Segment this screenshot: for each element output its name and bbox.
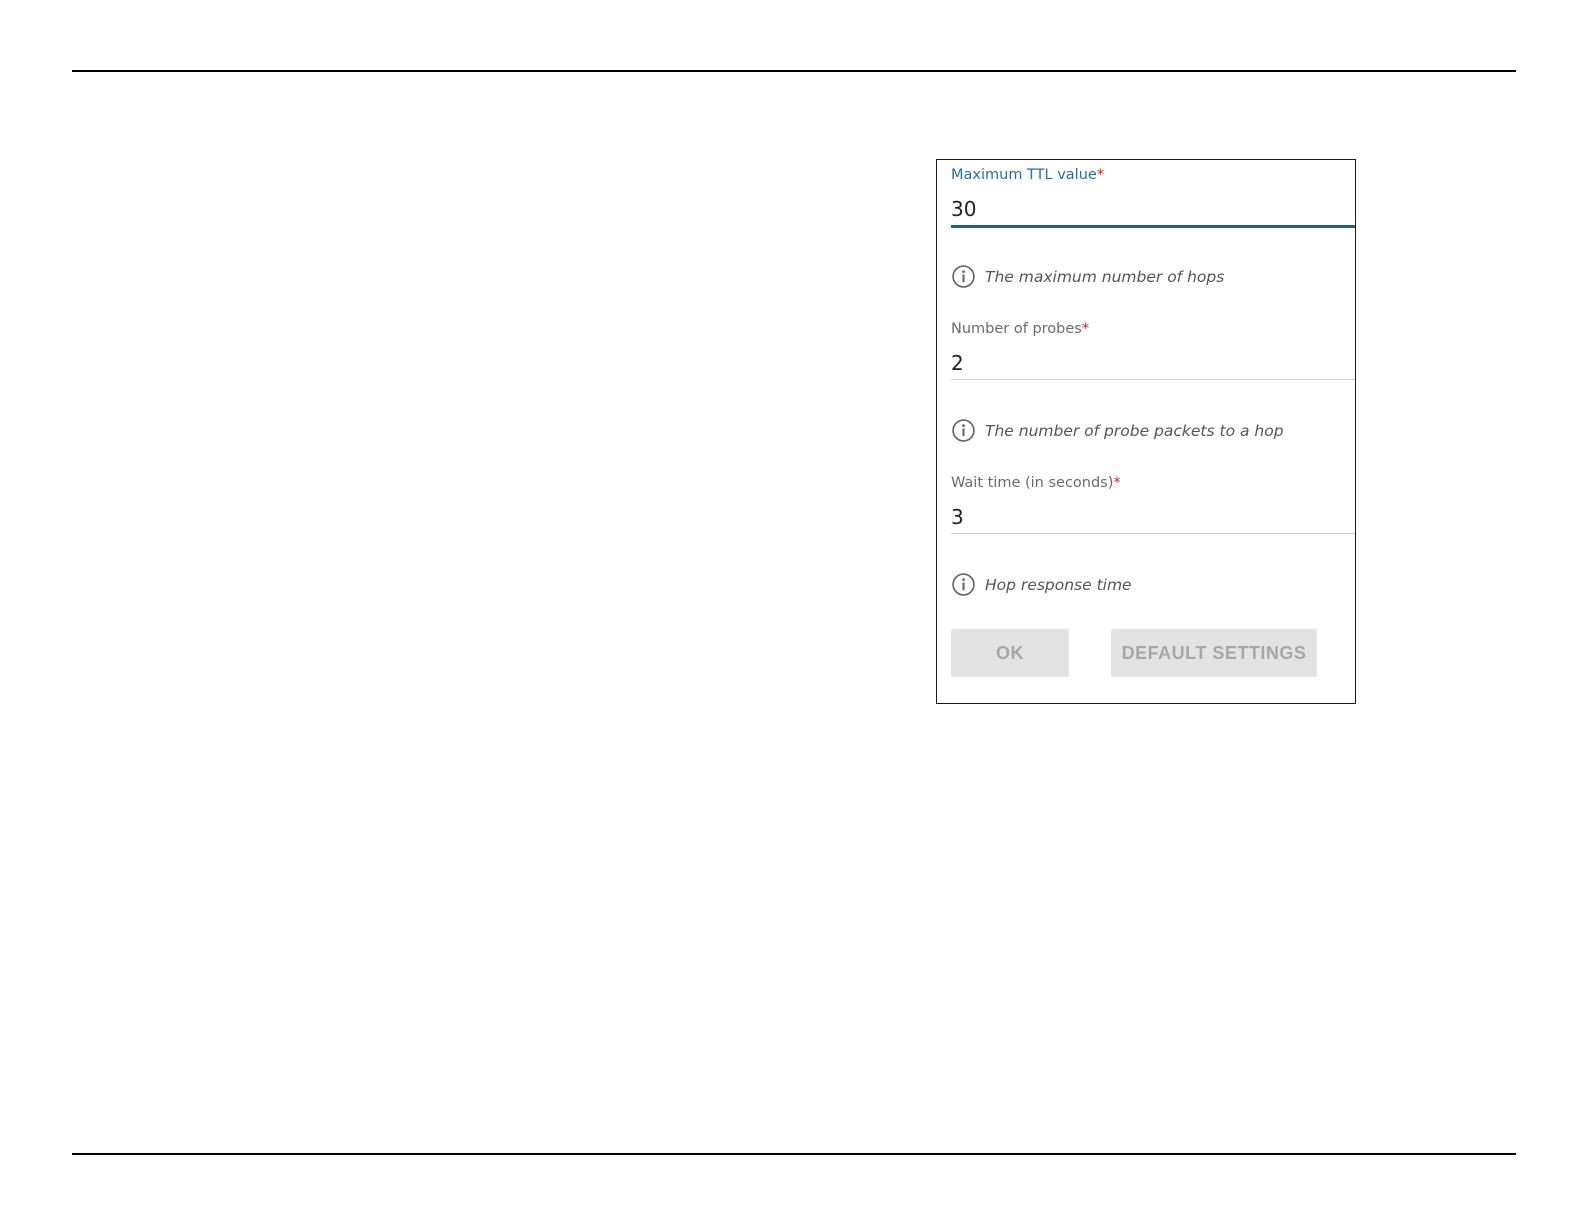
max-ttl-input[interactable]: 30 <box>951 197 1355 225</box>
info-circle-icon <box>952 265 975 288</box>
probes-input[interactable]: 2 <box>951 351 1355 379</box>
max-ttl-hint: The maximum number of hops <box>951 264 1224 289</box>
wait-time-hint: Hop response time <box>951 572 1132 597</box>
wait-time-underline <box>951 533 1355 534</box>
probes-hint-text: The number of probe packets to a hop <box>985 421 1284 440</box>
required-asterisk: * <box>1081 321 1090 337</box>
default-settings-button[interactable]: DEFAULT SETTINGS <box>1111 629 1317 677</box>
bottom-divider <box>72 1153 1516 1155</box>
info-circle-icon <box>952 573 975 596</box>
top-divider <box>72 70 1516 72</box>
probes-hint: The number of probe packets to a hop <box>951 418 1284 443</box>
max-ttl-hint-text: The maximum number of hops <box>985 267 1225 286</box>
required-asterisk: * <box>1113 475 1121 491</box>
required-asterisk: * <box>1096 167 1105 183</box>
probes-underline <box>951 379 1355 380</box>
wait-time-field[interactable]: Wait time (in seconds)* 3 <box>951 474 1355 534</box>
ok-button[interactable]: OK <box>951 629 1069 677</box>
traceroute-settings-panel: Maximum TTL value* 30 The maximum number… <box>936 159 1356 704</box>
info-circle-icon <box>952 419 975 442</box>
probes-field[interactable]: Number of probes* 2 <box>951 320 1355 380</box>
wait-time-label: Wait time (in seconds)* <box>951 475 1121 491</box>
probes-label: Number of probes* <box>951 321 1090 337</box>
max-ttl-label: Maximum TTL value* <box>951 167 1105 183</box>
wait-time-input[interactable]: 3 <box>951 505 1355 533</box>
max-ttl-underline <box>951 225 1355 228</box>
max-ttl-field[interactable]: Maximum TTL value* 30 <box>951 166 1355 228</box>
wait-time-hint-text: Hop response time <box>985 575 1132 594</box>
